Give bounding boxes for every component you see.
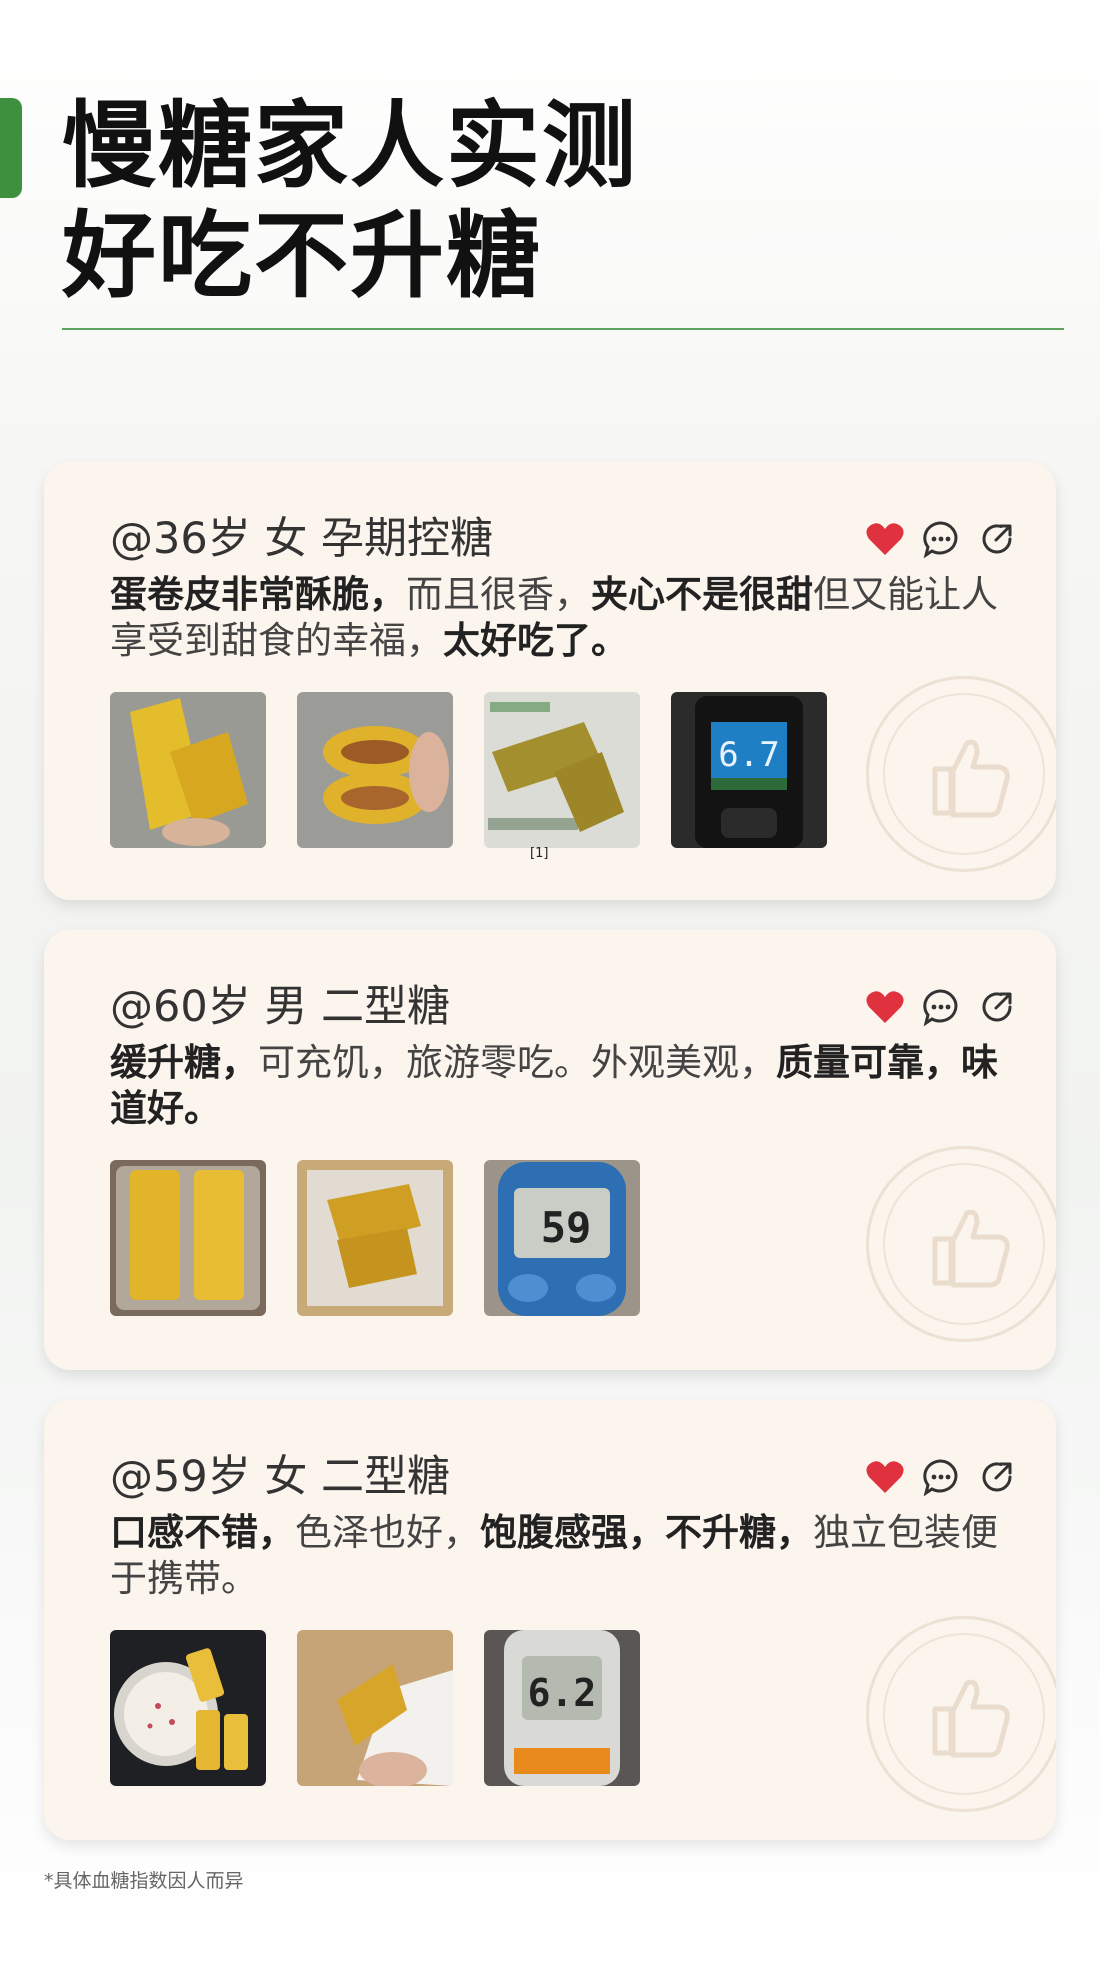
meter-reading: 6.7 bbox=[718, 735, 779, 775]
comment-part: 蛋卷皮非常酥脆， bbox=[110, 573, 406, 616]
title-line-1: 慢糖家人实测 bbox=[62, 92, 639, 201]
title-accent-bar bbox=[0, 98, 22, 198]
comment-part: 缓升糖， bbox=[110, 1041, 258, 1084]
action-bar bbox=[866, 1458, 1016, 1496]
meter-reading: 59 bbox=[541, 1203, 592, 1252]
share-icon[interactable] bbox=[978, 1458, 1016, 1496]
photo-egg-rolls-with-milk[interactable] bbox=[110, 1630, 266, 1786]
reviewer-info: @59岁 女 二型糖 bbox=[110, 1452, 451, 1502]
title-divider bbox=[62, 328, 1064, 330]
reviewer-info: @36岁 女 孕期控糖 bbox=[110, 514, 494, 564]
photo-egg-rolls-tray[interactable] bbox=[110, 1160, 266, 1316]
heart-icon[interactable] bbox=[866, 988, 904, 1026]
reference-mark: [1] bbox=[530, 846, 549, 861]
review-card-3: @59岁 女 二型糖 口感不错，色泽也好，饱腹感强，不升糖，独立包装便于携带。 … bbox=[44, 1400, 1056, 1840]
comment-part: 可充饥，旅游零吃。外观美观， bbox=[258, 1041, 776, 1084]
review-comment: 蛋卷皮非常酥脆，而且很香，夹心不是很甜但又能让人享受到甜食的幸福，太好吃了。 bbox=[110, 572, 1010, 664]
comment-part: 太好吃了。 bbox=[443, 619, 628, 662]
photo-egg-roll-wrapper[interactable] bbox=[297, 1630, 453, 1786]
photo-glucose-meter[interactable]: 59 bbox=[484, 1160, 640, 1316]
heart-icon[interactable] bbox=[866, 1458, 904, 1496]
title-line-2: 好吃不升糖 bbox=[62, 202, 543, 311]
comment-part: 而且很香， bbox=[406, 573, 591, 616]
review-comment: 缓升糖，可充饥，旅游零吃。外观美观，质量可靠，味道好。 bbox=[110, 1040, 1010, 1132]
share-icon[interactable] bbox=[978, 520, 1016, 558]
comment-part: 饱腹感强，不升糖， bbox=[480, 1511, 813, 1554]
comment-part: 色泽也好， bbox=[295, 1511, 480, 1554]
heart-icon[interactable] bbox=[866, 520, 904, 558]
review-comment: 口感不错，色泽也好，饱腹感强，不升糖，独立包装便于携带。 bbox=[110, 1510, 1010, 1602]
thumbs-up-icon bbox=[866, 1616, 1056, 1812]
action-bar bbox=[866, 988, 1016, 1026]
photo-glucose-meter[interactable]: 6.7 bbox=[671, 692, 827, 848]
page-title: 慢糖家人实测 好吃不升糖 bbox=[62, 92, 638, 312]
comment-icon[interactable] bbox=[922, 520, 960, 558]
meter-reading: 6.2 bbox=[528, 1671, 597, 1715]
comment-icon[interactable] bbox=[922, 988, 960, 1026]
photo-egg-roll-filling[interactable] bbox=[297, 692, 453, 848]
thumbs-up-icon bbox=[866, 676, 1056, 872]
thumbs-up-icon bbox=[866, 1146, 1056, 1342]
photo-egg-rolls-bag[interactable] bbox=[297, 1160, 453, 1316]
review-card-1: @36岁 女 孕期控糖 蛋卷皮非常酥脆，而且很香，夹心不是很甜但又能让人享受到甜… bbox=[44, 462, 1056, 900]
photo-egg-roll-package[interactable] bbox=[484, 692, 640, 848]
comment-part: 口感不错， bbox=[110, 1511, 295, 1554]
review-card-2: @60岁 男 二型糖 缓升糖，可充饥，旅游零吃。外观美观，质量可靠，味道好。 5… bbox=[44, 930, 1056, 1370]
reviewer-info: @60岁 男 二型糖 bbox=[110, 982, 451, 1032]
share-icon[interactable] bbox=[978, 988, 1016, 1026]
review-photos: 6.2 bbox=[110, 1630, 640, 1786]
photo-egg-roll-in-hand[interactable] bbox=[110, 692, 266, 848]
review-photos: 59 bbox=[110, 1160, 640, 1316]
comment-icon[interactable] bbox=[922, 1458, 960, 1496]
footnote: *具体血糖指数因人而异 bbox=[44, 1870, 244, 1892]
photo-glucose-meter[interactable]: 6.2 bbox=[484, 1630, 640, 1786]
comment-part: 夹心不是很甜 bbox=[591, 573, 813, 616]
action-bar bbox=[866, 520, 1016, 558]
review-photos: 6.7 bbox=[110, 692, 827, 848]
